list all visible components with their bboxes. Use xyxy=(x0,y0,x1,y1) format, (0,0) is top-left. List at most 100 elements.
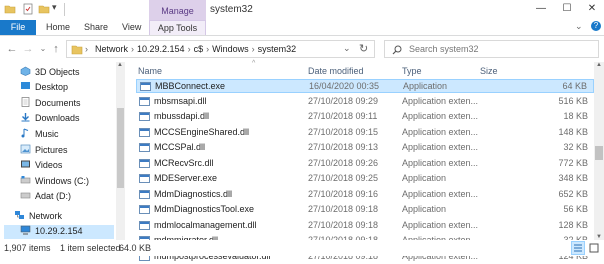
table-row[interactable]: MdmDiagnostics.dll 27/10/2018 09:16 Applic… xyxy=(136,188,594,202)
nav-label: Pictures xyxy=(35,145,68,155)
file-type: Application exten... xyxy=(402,188,479,199)
column-header-type[interactable]: Type xyxy=(402,66,422,76)
nav-item-host[interactable]: 10.29.2.154 xyxy=(4,225,114,239)
file-name: MdmDiagnosticsTool.exe xyxy=(154,204,255,214)
item-count: 1,907 items xyxy=(4,243,51,253)
minimize-button[interactable]: — xyxy=(534,2,548,16)
breadcrumb-windows[interactable]: Windows xyxy=(212,44,249,54)
customize-toolbar-icon[interactable]: ▾ xyxy=(52,2,64,14)
back-button[interactable]: ← xyxy=(6,42,18,56)
scroll-up-icon[interactable]: ▲ xyxy=(117,62,123,68)
up-button[interactable]: ↑ xyxy=(50,42,62,56)
nav-label: Videos xyxy=(35,160,63,170)
tab-file[interactable]: File xyxy=(0,20,36,35)
file-list-scrollbar[interactable]: ▲ ▼ xyxy=(594,62,604,240)
address-bar[interactable]: › Network › 10.29.2.154 › c$ › Windows › system3… xyxy=(66,40,375,58)
breadcrumb-chevron-icon: › xyxy=(85,44,88,54)
application-icon xyxy=(140,82,151,91)
properties-icon[interactable] xyxy=(22,3,34,15)
table-row[interactable]: mbussdapi.dll 27/10/2018 09:11 Application… xyxy=(136,110,594,124)
nav-label: Music xyxy=(35,129,59,139)
table-row[interactable]: MCCSEngineShared.dll 27/10/2018 09:15 Appl… xyxy=(136,126,594,140)
network-icon xyxy=(15,211,24,219)
file-date: 27/10/2018 09:29 xyxy=(308,95,379,106)
help-icon[interactable]: ? xyxy=(591,21,601,31)
nav-item-desktop[interactable]: Desktop xyxy=(20,81,68,95)
tab-app-tools[interactable]: App Tools xyxy=(149,20,206,35)
details-view-icon[interactable] xyxy=(571,241,585,255)
recent-locations-icon[interactable]: ⌄ xyxy=(37,42,49,56)
column-header-size[interactable]: Size xyxy=(480,66,498,76)
tab-home[interactable]: Home xyxy=(46,22,70,32)
maximize-button[interactable]: ☐ xyxy=(560,2,574,16)
table-row[interactable]: MBBConnect.exe 16/04/2020 00:35 Applicatio… xyxy=(136,79,594,93)
chevron-right-icon: › xyxy=(187,44,191,54)
file-date: 27/10/2018 09:13 xyxy=(308,142,379,152)
breadcrumb-system32[interactable]: system32 xyxy=(258,44,297,54)
nav-label: Downloads xyxy=(35,113,80,123)
file-name: mbsmsapi.dll xyxy=(154,95,207,106)
address-dropdown-icon[interactable]: ⌄ xyxy=(343,43,351,54)
toolbar-divider xyxy=(64,3,65,16)
folder-icon[interactable] xyxy=(4,3,16,15)
nav-item-documents[interactable]: Documents xyxy=(20,97,81,111)
nav-item-music[interactable]: Music xyxy=(20,128,59,142)
forward-button[interactable]: → xyxy=(22,42,34,56)
tab-share[interactable]: Share xyxy=(84,22,108,32)
nav-item-adat-d[interactable]: Adat (D:) xyxy=(20,190,71,204)
scroll-up-icon[interactable]: ▲ xyxy=(596,62,602,68)
breadcrumb: Network › 10.29.2.154 › c$ › Windows › system32 xyxy=(95,44,296,54)
close-button[interactable]: ✕ xyxy=(585,2,599,16)
large-icons-view-icon[interactable] xyxy=(588,242,600,254)
nav-item-3d-objects[interactable]: 3D Objects xyxy=(20,66,80,80)
manage-context-tab: Manage xyxy=(149,0,206,20)
scrollbar-thumb[interactable] xyxy=(117,108,124,188)
breadcrumb-host[interactable]: 10.29.2.154 xyxy=(137,44,185,54)
table-row[interactable]: mbsmsapi.dll 27/10/2018 09:29 Application … xyxy=(136,95,594,109)
nav-item-downloads[interactable]: Downloads xyxy=(20,112,80,126)
scrollbar-thumb[interactable] xyxy=(595,146,603,160)
dll-file-icon xyxy=(139,220,150,230)
computer-icon xyxy=(20,225,31,235)
file-size: 56 KB xyxy=(563,204,588,214)
manage-label: Manage xyxy=(161,6,194,16)
file-type: Application exten... xyxy=(402,126,479,137)
window-title: system32 xyxy=(210,4,253,15)
table-row[interactable]: MDEServer.exe 27/10/2018 09:25 Application… xyxy=(136,172,594,186)
file-date: 27/10/2018 09:25 xyxy=(308,173,379,183)
new-folder-icon[interactable] xyxy=(38,3,50,15)
table-row[interactable]: mdmlocalmanagement.dll 27/10/2018 09:18 Ap… xyxy=(136,219,594,233)
file-size: 348 KB xyxy=(558,173,588,183)
expand-ribbon-icon[interactable]: ⌄ xyxy=(575,21,583,32)
breadcrumb-network[interactable]: Network xyxy=(95,44,128,54)
refresh-icon[interactable]: ↻ xyxy=(359,42,368,55)
column-header-date[interactable]: Date modified xyxy=(308,66,364,76)
nav-item-pictures[interactable]: Pictures xyxy=(20,144,68,158)
file-date: 27/10/2018 09:11 xyxy=(308,111,378,121)
file-type: Application xyxy=(403,81,448,91)
title-bar: ▾ Manage system32 — ☐ ✕ xyxy=(0,0,604,20)
chevron-right-icon: › xyxy=(251,44,255,54)
table-row[interactable]: MCCSPal.dll 27/10/2018 09:13 Application e… xyxy=(136,141,594,155)
navigation-scrollbar[interactable]: ▲ xyxy=(116,62,125,240)
file-type: Application xyxy=(402,204,447,214)
nav-item-network[interactable]: Network xyxy=(14,210,62,224)
file-name: mdmlocalmanagement.dll xyxy=(154,219,257,230)
search-input[interactable]: Search system32 xyxy=(384,40,599,58)
file-date: 16/04/2020 00:35 xyxy=(309,81,380,91)
tab-view[interactable]: View xyxy=(122,22,141,32)
3d-objects-icon xyxy=(20,66,31,76)
dll-file-icon xyxy=(139,112,150,121)
file-size: 64 KB xyxy=(562,81,587,91)
folder-icon xyxy=(71,45,83,55)
table-row[interactable]: MCRecvSrc.dll 27/10/2018 09:26 Application… xyxy=(136,157,594,171)
file-name: MdmDiagnostics.dll xyxy=(154,188,233,199)
file-name: MBBConnect.exe xyxy=(155,81,226,91)
table-row[interactable]: MdmDiagnosticsTool.exe 27/10/2018 09:18 Ap… xyxy=(136,203,594,217)
nav-item-windows-c[interactable]: Windows (C:) xyxy=(20,175,89,189)
nav-item-videos[interactable]: Videos xyxy=(20,159,62,173)
breadcrumb-share[interactable]: c$ xyxy=(194,44,204,54)
column-header-name[interactable]: Name xyxy=(138,66,162,76)
file-size: 128 KB xyxy=(558,219,588,230)
file-type: Application exten... xyxy=(402,219,479,230)
